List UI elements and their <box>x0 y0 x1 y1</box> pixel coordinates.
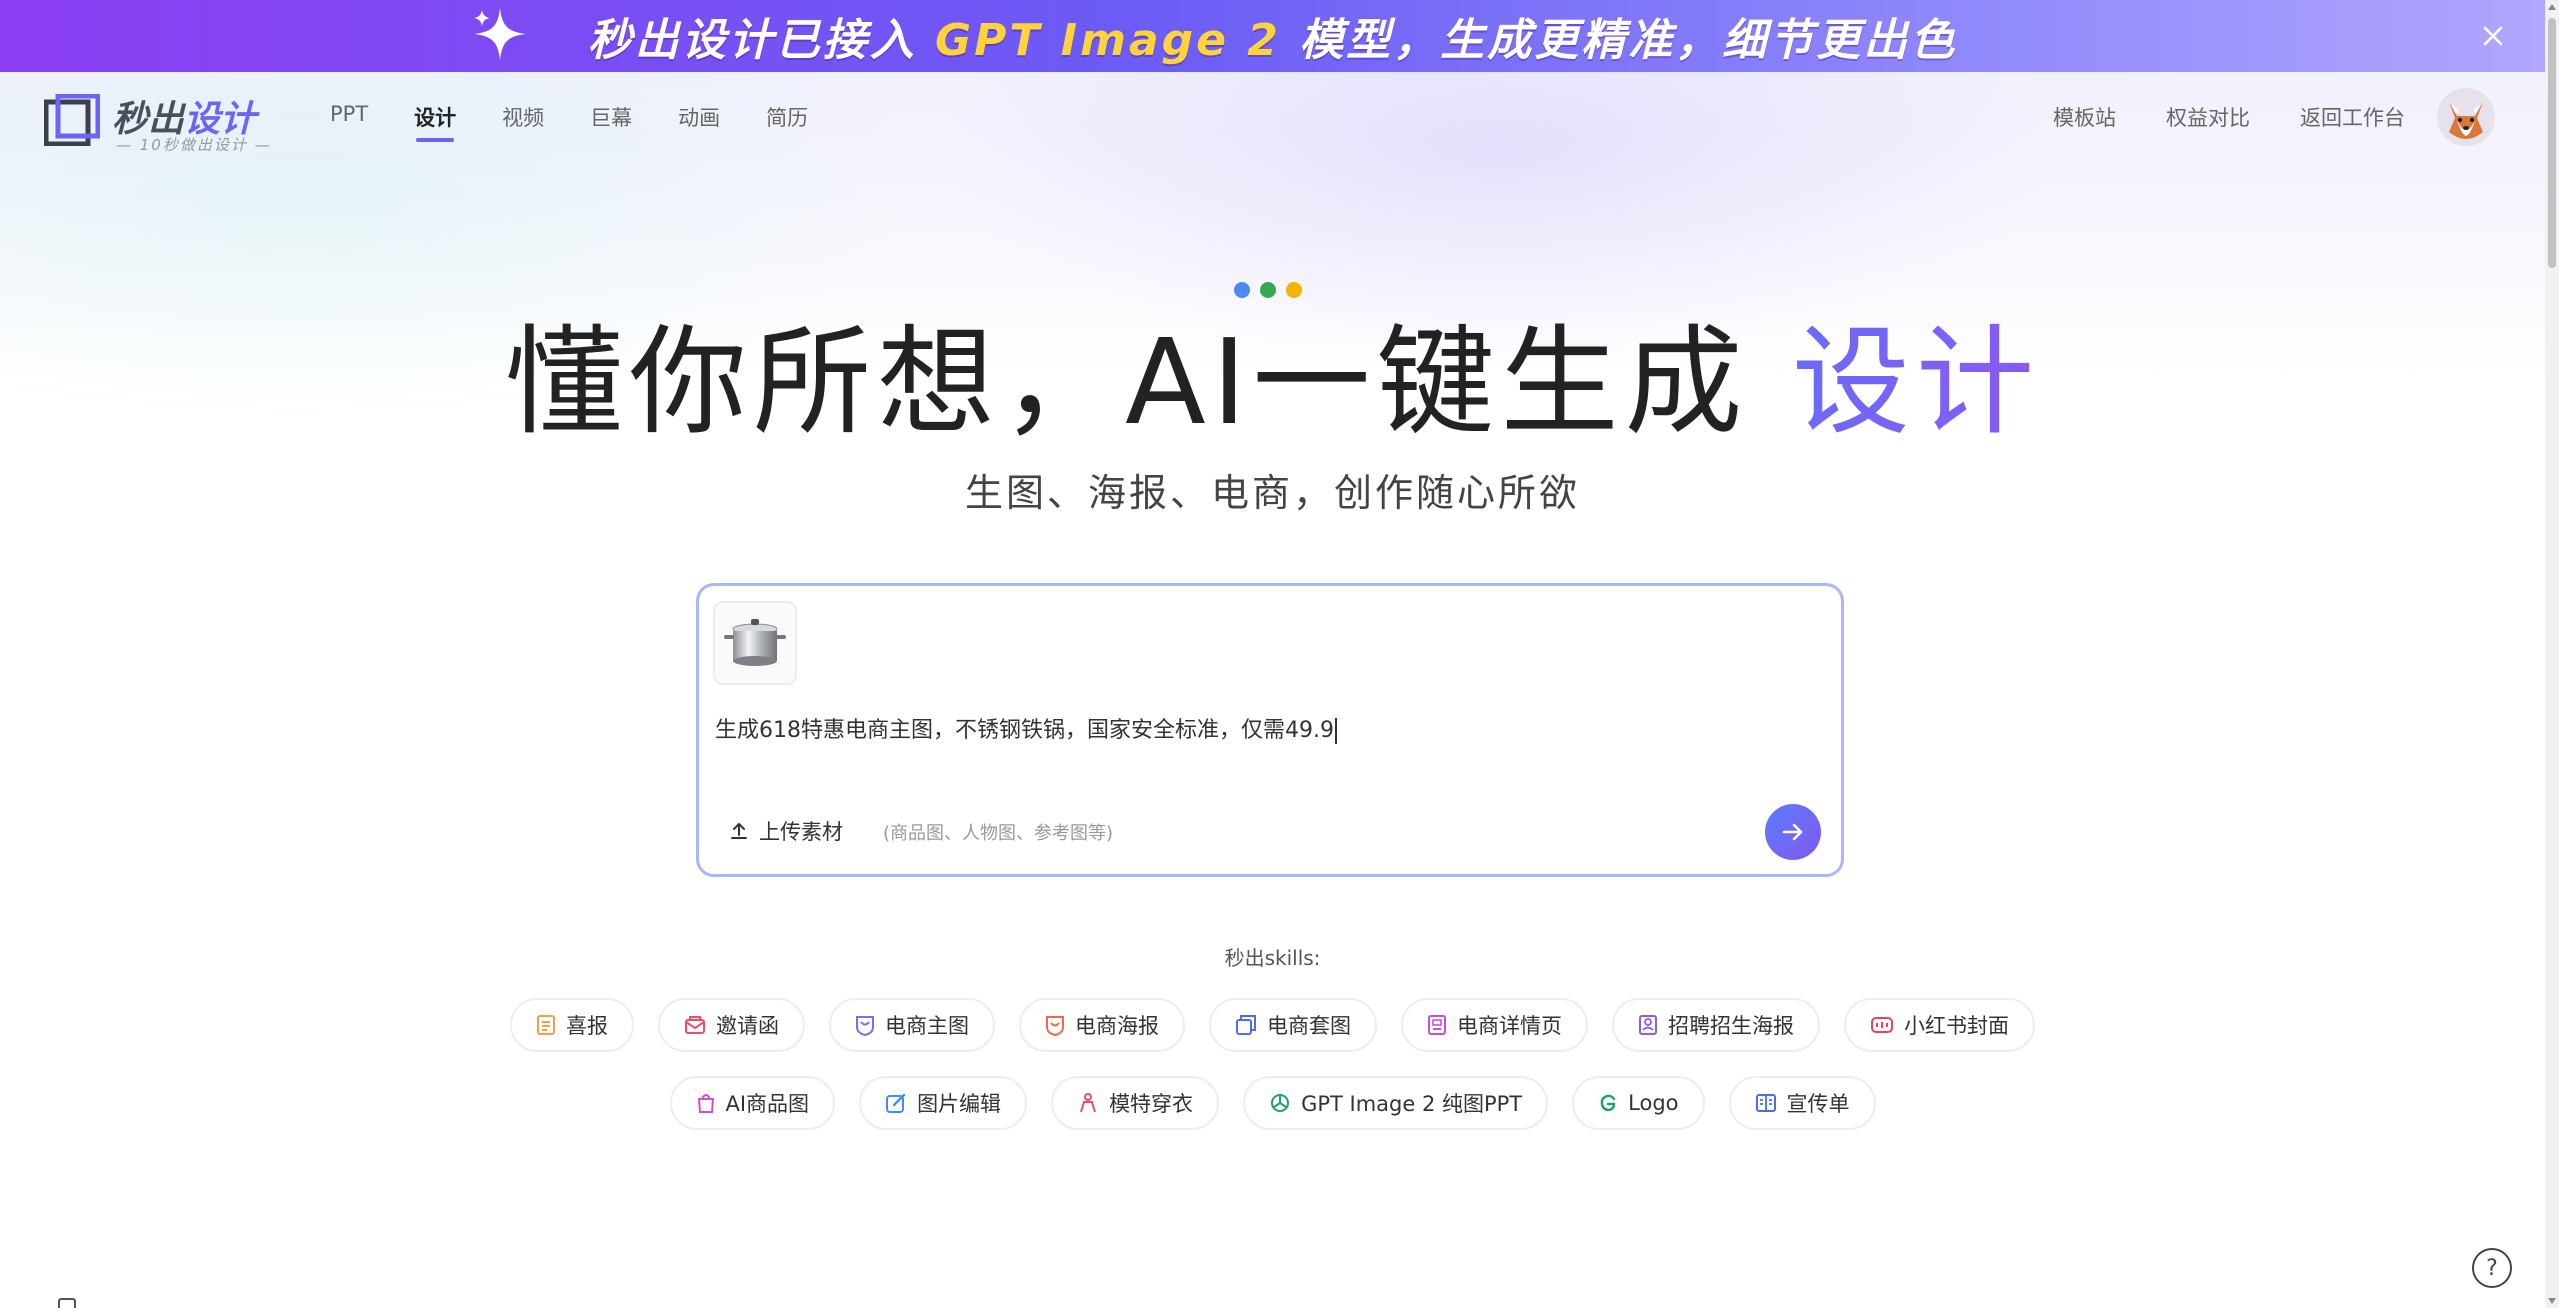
skills-label: 秒出skills: <box>1224 946 1321 970</box>
loading-dots <box>1234 282 1302 298</box>
stack-icon <box>1235 1014 1257 1036</box>
skill-label: 宣传单 <box>1786 1092 1850 1116</box>
scrollbar-thumb[interactable] <box>2548 18 2556 268</box>
image-edit-icon <box>885 1092 907 1114</box>
detail-page-icon <box>1427 1014 1447 1036</box>
back-to-workspace-link[interactable]: 返回工作台 <box>2300 102 2405 132</box>
skill-label: 图片编辑 <box>917 1092 1002 1116</box>
skill-chip-image-edit[interactable]: 图片编辑 <box>859 1076 1028 1130</box>
scroll-down-arrow-icon[interactable] <box>2548 1298 2556 1304</box>
model-icon <box>1077 1092 1099 1114</box>
nav-item-giant-screen[interactable]: 巨幕 <box>590 102 632 142</box>
skill-label: 电商海报 <box>1075 1014 1159 1038</box>
shopping-bag-icon <box>696 1092 716 1114</box>
skill-label: Logo <box>1628 1091 1679 1115</box>
skill-chip-good-news[interactable]: 喜报 <box>510 998 634 1052</box>
logo-subtitle: — 10秒做出设计 — <box>116 136 272 154</box>
brand-logo[interactable]: 秒出设计 — 10秒做出设计 — <box>44 90 284 154</box>
stock-pot-image <box>724 619 786 666</box>
skill-label: 小红书封面 <box>1904 1014 2009 1038</box>
history-icon <box>58 1298 76 1308</box>
nav-item-video[interactable]: 视频 <box>502 102 544 142</box>
benefits-compare-link[interactable]: 权益对比 <box>2166 102 2250 132</box>
banner-text-post: 模型，生成更精准，细节更出色 <box>1299 15 1958 66</box>
close-icon <box>2483 26 2503 46</box>
skill-label: 电商套图 <box>1267 1014 1351 1038</box>
skill-chip-ai-product-image[interactable]: AI商品图 <box>669 1076 836 1130</box>
recruit-icon <box>1638 1014 1658 1036</box>
skill-chip-ecom-detail-page[interactable]: 电商详情页 <box>1401 998 1588 1052</box>
skills-row-1: 喜报 邀请函 电商主图 电商海报 电商套图 电商详情页 招聘招生海报 小红书封面 <box>0 998 2545 1052</box>
logo-g-icon <box>1598 1093 1618 1113</box>
upload-icon <box>731 823 747 839</box>
uploaded-image-thumbnail[interactable] <box>713 601 797 685</box>
sparkle-icon <box>474 8 526 60</box>
banner-close-button[interactable] <box>2477 20 2509 52</box>
skill-label: 邀请函 <box>716 1014 779 1038</box>
scroll-up-arrow-icon[interactable] <box>2548 4 2556 10</box>
page-scrollbar[interactable] <box>2545 0 2559 1308</box>
report-icon <box>536 1014 556 1036</box>
skill-chip-xiaohongshu-cover[interactable]: 小红书封面 <box>1844 998 2035 1052</box>
shiba-avatar-icon <box>2437 88 2495 146</box>
banner-text: 秒出设计已接入 GPT Image 2 模型，生成更精准，细节更出色 <box>588 4 1958 68</box>
banner-text-pre: 秒出设计已接入 <box>587 15 917 66</box>
top-header: 秒出设计 — 10秒做出设计 — PPT 设计 视频 巨幕 动画 简历 模板站 … <box>0 72 2545 162</box>
hero-title: 懂你所想，AI一键生成 设计 <box>0 317 2545 448</box>
skill-chip-ecom-main-image[interactable]: 电商主图 <box>829 998 995 1052</box>
hero-subtitle: 生图、海报、电商，创作随心所欲 <box>964 471 1580 515</box>
skill-chip-flyer[interactable]: 宣传单 <box>1728 1076 1876 1130</box>
skills-row-2: AI商品图 图片编辑 模特穿衣 GPT Image 2 纯图PPT Logo 宣… <box>0 1076 2545 1130</box>
arrow-right-icon <box>1782 823 1803 841</box>
banner-text-highlight: GPT Image 2 <box>935 15 1281 66</box>
skill-chip-recruit-poster[interactable]: 招聘招生海报 <box>1612 998 1820 1052</box>
skill-label: AI商品图 <box>725 1092 810 1116</box>
help-button[interactable]: ? <box>2472 1248 2512 1288</box>
upload-material-button[interactable]: 上传素材 <box>729 816 843 846</box>
poster-icon <box>1045 1014 1065 1036</box>
avatar[interactable] <box>2435 86 2497 148</box>
send-button[interactable] <box>1765 804 1821 860</box>
flyer-icon <box>1755 1093 1777 1113</box>
hero-title-main: 懂你所想，AI一键生成 <box>504 313 1749 451</box>
prompt-input-text: 生成618特惠电商主图，不锈钢铁锅，国家安全标准，仅需49.9 <box>715 718 1334 743</box>
prompt-input[interactable]: 生成618特惠电商主图，不锈钢铁锅，国家安全标准，仅需49.9 <box>715 712 1337 744</box>
template-site-link[interactable]: 模板站 <box>2053 102 2116 132</box>
skill-label: 招聘招生海报 <box>1668 1014 1794 1038</box>
xiaohongshu-icon <box>1870 1015 1894 1035</box>
openai-icon <box>1269 1092 1291 1114</box>
dot-green <box>1260 282 1276 298</box>
logo-mark-icon <box>44 94 100 146</box>
right-nav: 模板站 权益对比 返回工作台 <box>2003 102 2405 132</box>
upload-hint: (商品图、人物图、参考图等) <box>883 823 1114 844</box>
envelope-icon <box>684 1015 706 1035</box>
skill-chip-invitation[interactable]: 邀请函 <box>658 998 805 1052</box>
help-icon: ? <box>2486 1255 2498 1281</box>
shield-bag-icon <box>855 1014 875 1036</box>
skill-chip-ecom-set[interactable]: 电商套图 <box>1209 998 1377 1052</box>
skill-label: GPT Image 2 纯图PPT <box>1301 1092 1523 1116</box>
skill-chip-logo[interactable]: Logo <box>1572 1076 1705 1130</box>
nav-item-ppt[interactable]: PPT <box>330 102 368 142</box>
nav-item-animation[interactable]: 动画 <box>678 102 720 142</box>
promo-banner[interactable]: 秒出设计已接入 GPT Image 2 模型，生成更精准，细节更出色 <box>0 0 2545 72</box>
dot-blue <box>1234 282 1250 298</box>
skill-label: 电商主图 <box>885 1014 969 1038</box>
nav-item-resume[interactable]: 简历 <box>766 102 808 142</box>
upload-material-label: 上传素材 <box>759 820 843 844</box>
dot-yellow <box>1286 282 1302 298</box>
main-nav: PPT 设计 视频 巨幕 动画 简历 <box>330 102 854 142</box>
nav-item-design[interactable]: 设计 <box>414 102 456 142</box>
skill-chip-ecom-poster[interactable]: 电商海报 <box>1019 998 1185 1052</box>
prompt-box[interactable]: 生成618特惠电商主图，不锈钢铁锅，国家安全标准，仅需49.9 上传素材 (商品… <box>696 583 1844 877</box>
skill-label: 喜报 <box>566 1014 608 1038</box>
hero-title-accent: 设计 <box>1792 313 2041 451</box>
skill-chip-model-dressing[interactable]: 模特穿衣 <box>1051 1076 1220 1130</box>
history-link-partial[interactable] <box>58 1298 198 1308</box>
skill-chip-gpt-image-ppt[interactable]: GPT Image 2 纯图PPT <box>1243 1076 1549 1130</box>
skill-label: 模特穿衣 <box>1109 1092 1194 1116</box>
text-caret <box>1334 718 1337 744</box>
skill-label: 电商详情页 <box>1457 1014 1562 1038</box>
